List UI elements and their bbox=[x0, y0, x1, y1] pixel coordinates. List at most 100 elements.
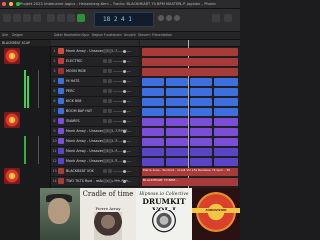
mute-button[interactable] bbox=[103, 169, 107, 173]
track-volume-slider[interactable] bbox=[113, 130, 131, 133]
track-volume-slider[interactable] bbox=[113, 80, 131, 83]
solo-button[interactable] bbox=[108, 129, 112, 133]
arrange-region[interactable] bbox=[142, 68, 238, 76]
mute-button[interactable] bbox=[103, 79, 107, 83]
mute-button[interactable] bbox=[103, 59, 107, 63]
cycle-button[interactable] bbox=[158, 15, 164, 21]
close-window-button[interactable] bbox=[2, 2, 6, 6]
loop-browser-button[interactable] bbox=[224, 14, 232, 22]
library-button[interactable] bbox=[3, 14, 11, 22]
track-header[interactable]: 7 BOOM BAP HAT bbox=[51, 107, 139, 117]
volume-fader[interactable] bbox=[38, 136, 39, 164]
volume-knob[interactable] bbox=[123, 140, 126, 143]
forward-button[interactable] bbox=[57, 14, 65, 22]
volume-knob[interactable] bbox=[123, 180, 126, 183]
toolbar-button[interactable] bbox=[33, 14, 41, 22]
arrange-region[interactable] bbox=[214, 118, 238, 126]
tuner-button[interactable] bbox=[166, 15, 172, 21]
track-volume-slider[interactable] bbox=[113, 70, 131, 73]
solo-button[interactable] bbox=[108, 149, 112, 153]
volume-fader[interactable] bbox=[38, 70, 39, 108]
arrange-region[interactable] bbox=[166, 128, 188, 136]
arrange-region[interactable] bbox=[166, 148, 188, 156]
mute-button[interactable] bbox=[103, 89, 107, 93]
track-header[interactable]: 8 SNARES bbox=[51, 117, 139, 127]
arrange-region[interactable] bbox=[214, 108, 238, 116]
menu-item[interactable]: Alle bbox=[2, 32, 8, 39]
volume-knob[interactable] bbox=[123, 90, 126, 93]
arrange-region[interactable] bbox=[214, 148, 238, 156]
volume-knob[interactable] bbox=[123, 50, 126, 53]
arrange-region[interactable] bbox=[142, 48, 238, 56]
arrange-region[interactable] bbox=[166, 88, 188, 96]
arrange-region[interactable] bbox=[190, 148, 212, 156]
track-name[interactable]: ELECTRIC bbox=[66, 57, 82, 66]
volume-knob[interactable] bbox=[123, 130, 126, 133]
menu-item[interactable]: Steuern bbox=[138, 32, 151, 39]
minimize-window-button[interactable] bbox=[9, 2, 14, 6]
volume-knob[interactable] bbox=[123, 80, 126, 83]
track-name[interactable]: PERC bbox=[66, 87, 75, 96]
mute-button[interactable] bbox=[103, 69, 107, 73]
arrange-region[interactable] bbox=[142, 138, 164, 146]
track-volume-slider[interactable] bbox=[113, 140, 131, 143]
arrange-region[interactable] bbox=[166, 108, 188, 116]
volume-knob[interactable] bbox=[123, 100, 126, 103]
track-name[interactable]: BOOM BAP HAT bbox=[66, 107, 92, 116]
solo-button[interactable] bbox=[108, 79, 112, 83]
mute-button[interactable] bbox=[103, 109, 107, 113]
arrange-area[interactable]: Pierre Arao - Sunbird – Cradl Vin LFe Ra… bbox=[140, 40, 240, 188]
mute-button[interactable] bbox=[103, 139, 107, 143]
solo-button[interactable] bbox=[108, 119, 112, 123]
bar-ruler[interactable] bbox=[140, 40, 240, 47]
track-header[interactable]: 11 Monk Amay - Unsaved SMPL 4 bbox=[51, 147, 139, 157]
menu-item[interactable]: Zeigen bbox=[12, 32, 23, 39]
track-header[interactable]: 9 Monk Amay - Unsaved SMPL 2 BASS bbox=[51, 127, 139, 137]
menu-item[interactable]: Präsentation bbox=[152, 32, 172, 39]
menu-item[interactable]: Ansicht bbox=[124, 32, 136, 39]
arrange-region[interactable] bbox=[214, 128, 238, 136]
arrange-region[interactable] bbox=[166, 78, 188, 86]
arrange-region[interactable] bbox=[166, 118, 188, 126]
mute-button[interactable] bbox=[103, 49, 107, 53]
solo-button[interactable] bbox=[108, 169, 112, 173]
arrange-region[interactable] bbox=[142, 88, 164, 96]
menu-item[interactable]: Datei bbox=[54, 32, 63, 39]
mute-button[interactable] bbox=[103, 159, 107, 163]
arrange-region[interactable] bbox=[142, 118, 164, 126]
arrange-region[interactable] bbox=[214, 138, 238, 146]
track-volume-slider[interactable] bbox=[113, 60, 131, 63]
arrange-region[interactable] bbox=[166, 158, 188, 166]
track-name[interactable]: KICK 808 bbox=[66, 97, 81, 106]
arrange-region[interactable] bbox=[142, 108, 164, 116]
mute-button[interactable] bbox=[103, 119, 107, 123]
solo-button[interactable] bbox=[108, 99, 112, 103]
track-volume-slider[interactable] bbox=[113, 50, 131, 53]
track-name[interactable]: HI HATS bbox=[66, 77, 79, 86]
menu-item[interactable]: Bearbeiten bbox=[64, 32, 82, 39]
audio-region-master[interactable]: BLACKHEART 70 BPM... bbox=[142, 178, 238, 186]
metronome-button[interactable] bbox=[174, 15, 180, 21]
arrange-region[interactable] bbox=[166, 138, 188, 146]
track-name[interactable]: MOON RIDE bbox=[66, 67, 86, 76]
arrange-region[interactable] bbox=[190, 108, 212, 116]
track-volume-slider[interactable] bbox=[113, 180, 131, 183]
volume-knob[interactable] bbox=[123, 60, 126, 63]
notes-button[interactable] bbox=[212, 14, 220, 22]
track-volume-slider[interactable] bbox=[113, 110, 131, 113]
volume-knob[interactable] bbox=[123, 120, 126, 123]
arrange-region[interactable] bbox=[142, 148, 164, 156]
solo-button[interactable] bbox=[108, 109, 112, 113]
arrange-region[interactable] bbox=[214, 88, 238, 96]
track-header[interactable]: 10 Monk Amay - Unsaved SMPL 3 bbox=[51, 137, 139, 147]
stop-button[interactable] bbox=[67, 14, 75, 22]
rewind-button[interactable] bbox=[47, 14, 55, 22]
track-header[interactable]: 6 KICK 808 bbox=[51, 97, 139, 107]
track-header[interactable]: 4 HI HATS bbox=[51, 77, 139, 87]
menu-item[interactable]: Spur bbox=[82, 32, 89, 39]
track-volume-slider[interactable] bbox=[113, 100, 131, 103]
solo-button[interactable] bbox=[108, 179, 112, 183]
solo-button[interactable] bbox=[108, 89, 112, 93]
track-volume-slider[interactable] bbox=[113, 150, 131, 153]
volume-knob[interactable] bbox=[123, 160, 126, 163]
